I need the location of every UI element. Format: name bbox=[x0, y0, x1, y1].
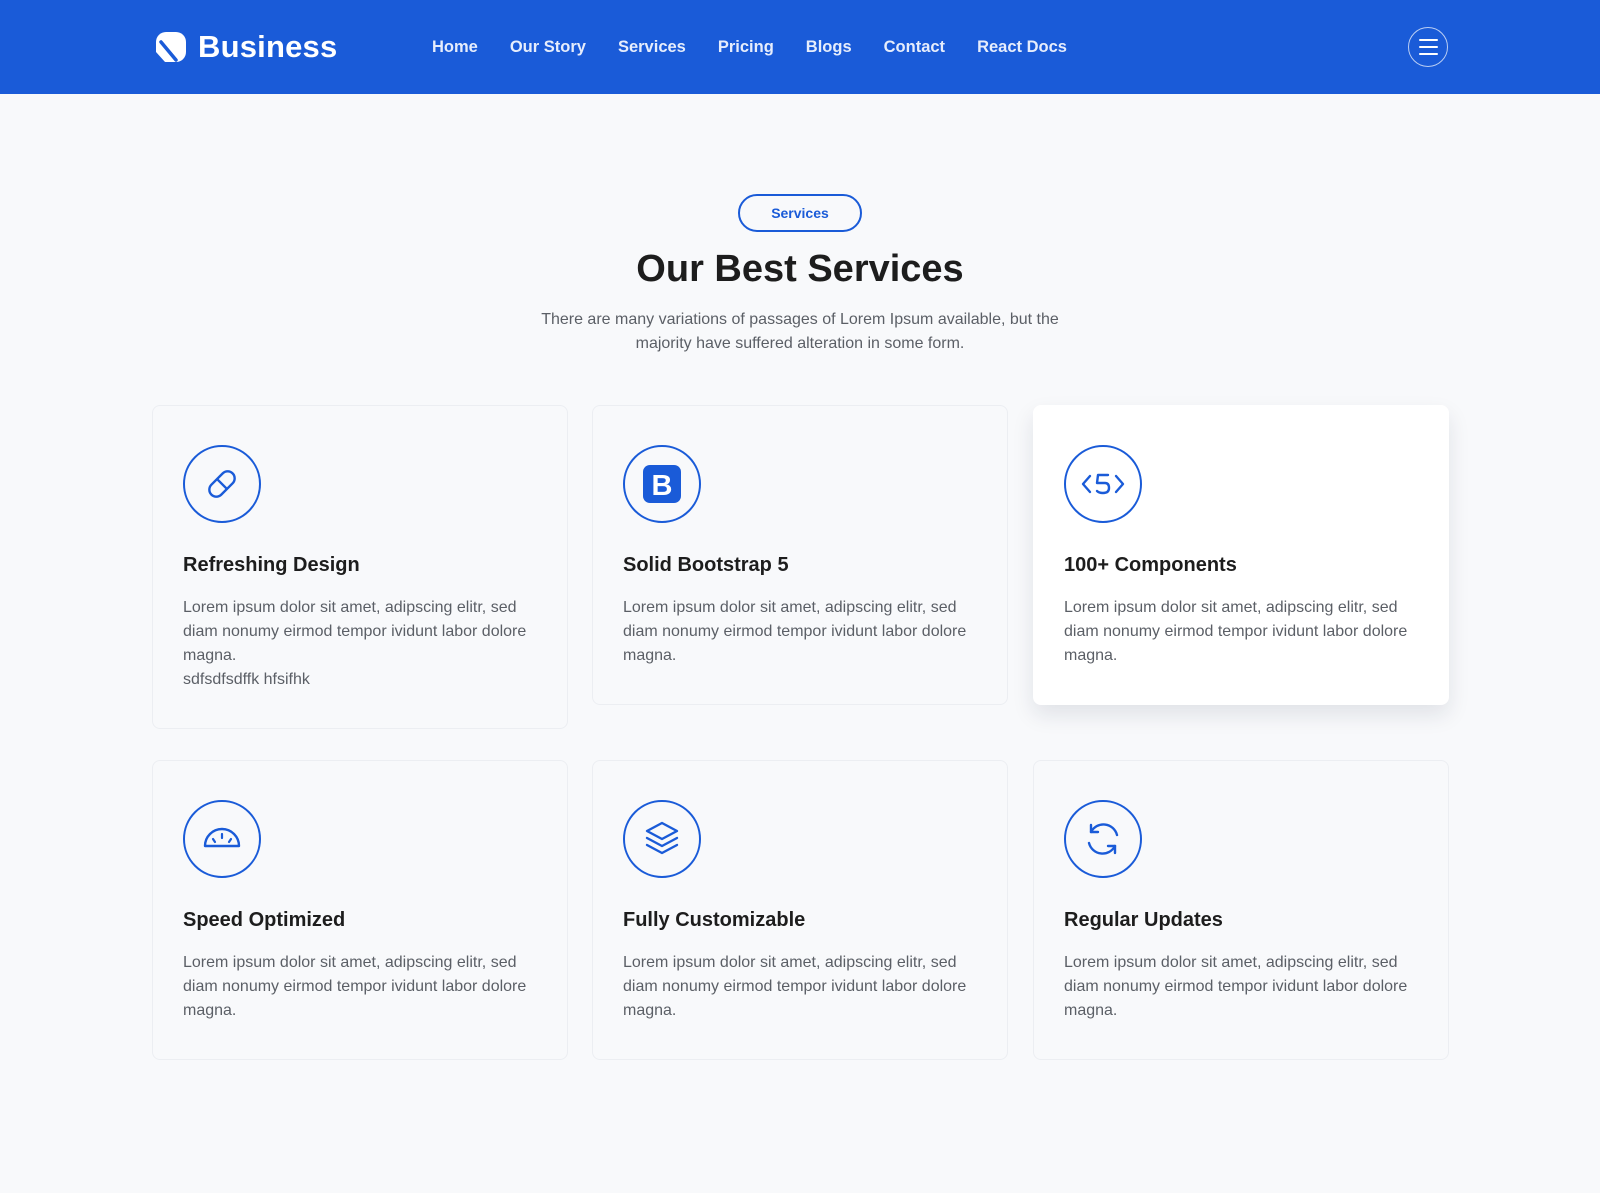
nav-link-services[interactable]: Services bbox=[618, 36, 686, 58]
nav-link-react-docs[interactable]: React Docs bbox=[977, 36, 1067, 58]
menu-toggle-button[interactable] bbox=[1408, 27, 1448, 67]
service-title: Speed Optimized bbox=[183, 909, 346, 931]
navbar: Business Home Our Story Services Pricing… bbox=[0, 0, 1600, 94]
brand-name: Business bbox=[198, 29, 338, 64]
speedometer-icon bbox=[183, 800, 261, 878]
hamburger-icon-line bbox=[1418, 53, 1438, 55]
service-card-solid-bootstrap: B Solid Bootstrap 5 Lorem ipsum dolor si… bbox=[592, 405, 1008, 705]
service-extra-text: sdfsdfsdffk hfsifhk bbox=[183, 671, 310, 688]
service-description: Lorem ipsum dolor sit amet, adipscing el… bbox=[1064, 954, 1408, 1019]
service-card-fully-customizable: Fully Customizable Lorem ipsum dolor sit… bbox=[592, 760, 1008, 1060]
html5-code-icon bbox=[1064, 445, 1142, 523]
svg-text:B: B bbox=[652, 470, 673, 502]
section-title: Our Best Services bbox=[636, 248, 964, 290]
hamburger-icon-line bbox=[1418, 39, 1438, 41]
brand-logo-icon bbox=[156, 32, 186, 62]
service-card-speed-optimized: Speed Optimized Lorem ipsum dolor sit am… bbox=[152, 760, 568, 1060]
brand-logo[interactable]: Business bbox=[155, 30, 337, 64]
service-description: Lorem ipsum dolor sit amet, adipscing el… bbox=[183, 599, 527, 664]
service-title: Regular Updates bbox=[1064, 909, 1223, 931]
pill-icon bbox=[183, 445, 261, 523]
service-description: Lorem ipsum dolor sit amet, adipscing el… bbox=[623, 954, 967, 1019]
section-subtitle: There are many variations of passages of… bbox=[541, 311, 1059, 352]
nav-link-contact[interactable]: Contact bbox=[884, 36, 945, 58]
service-description: Lorem ipsum dolor sit amet, adipscing el… bbox=[1064, 599, 1408, 664]
section-badge: Services bbox=[738, 194, 862, 232]
refresh-icon bbox=[1064, 800, 1142, 878]
bootstrap-icon: B bbox=[623, 445, 701, 523]
service-title: Solid Bootstrap 5 bbox=[623, 554, 789, 576]
nav-link-home[interactable]: Home bbox=[432, 36, 478, 58]
main-nav: Home Our Story Services Pricing Blogs Co… bbox=[432, 36, 1099, 58]
service-card-components: 100+ Components Lorem ipsum dolor sit am… bbox=[1033, 405, 1449, 705]
service-title: Fully Customizable bbox=[623, 909, 806, 931]
nav-link-pricing[interactable]: Pricing bbox=[718, 36, 774, 58]
service-title: 100+ Components bbox=[1064, 554, 1237, 576]
service-description: Lorem ipsum dolor sit amet, adipscing el… bbox=[183, 954, 527, 1019]
layers-icon bbox=[623, 800, 701, 878]
hamburger-icon-line bbox=[1418, 46, 1438, 48]
nav-link-our-story[interactable]: Our Story bbox=[510, 36, 586, 58]
service-card-regular-updates: Regular Updates Lorem ipsum dolor sit am… bbox=[1033, 760, 1449, 1060]
service-description: Lorem ipsum dolor sit amet, adipscing el… bbox=[623, 599, 967, 664]
service-card-refreshing-design: Refreshing Design Lorem ipsum dolor sit … bbox=[152, 405, 568, 729]
nav-link-blogs[interactable]: Blogs bbox=[806, 36, 852, 58]
service-title: Refreshing Design bbox=[183, 554, 360, 576]
